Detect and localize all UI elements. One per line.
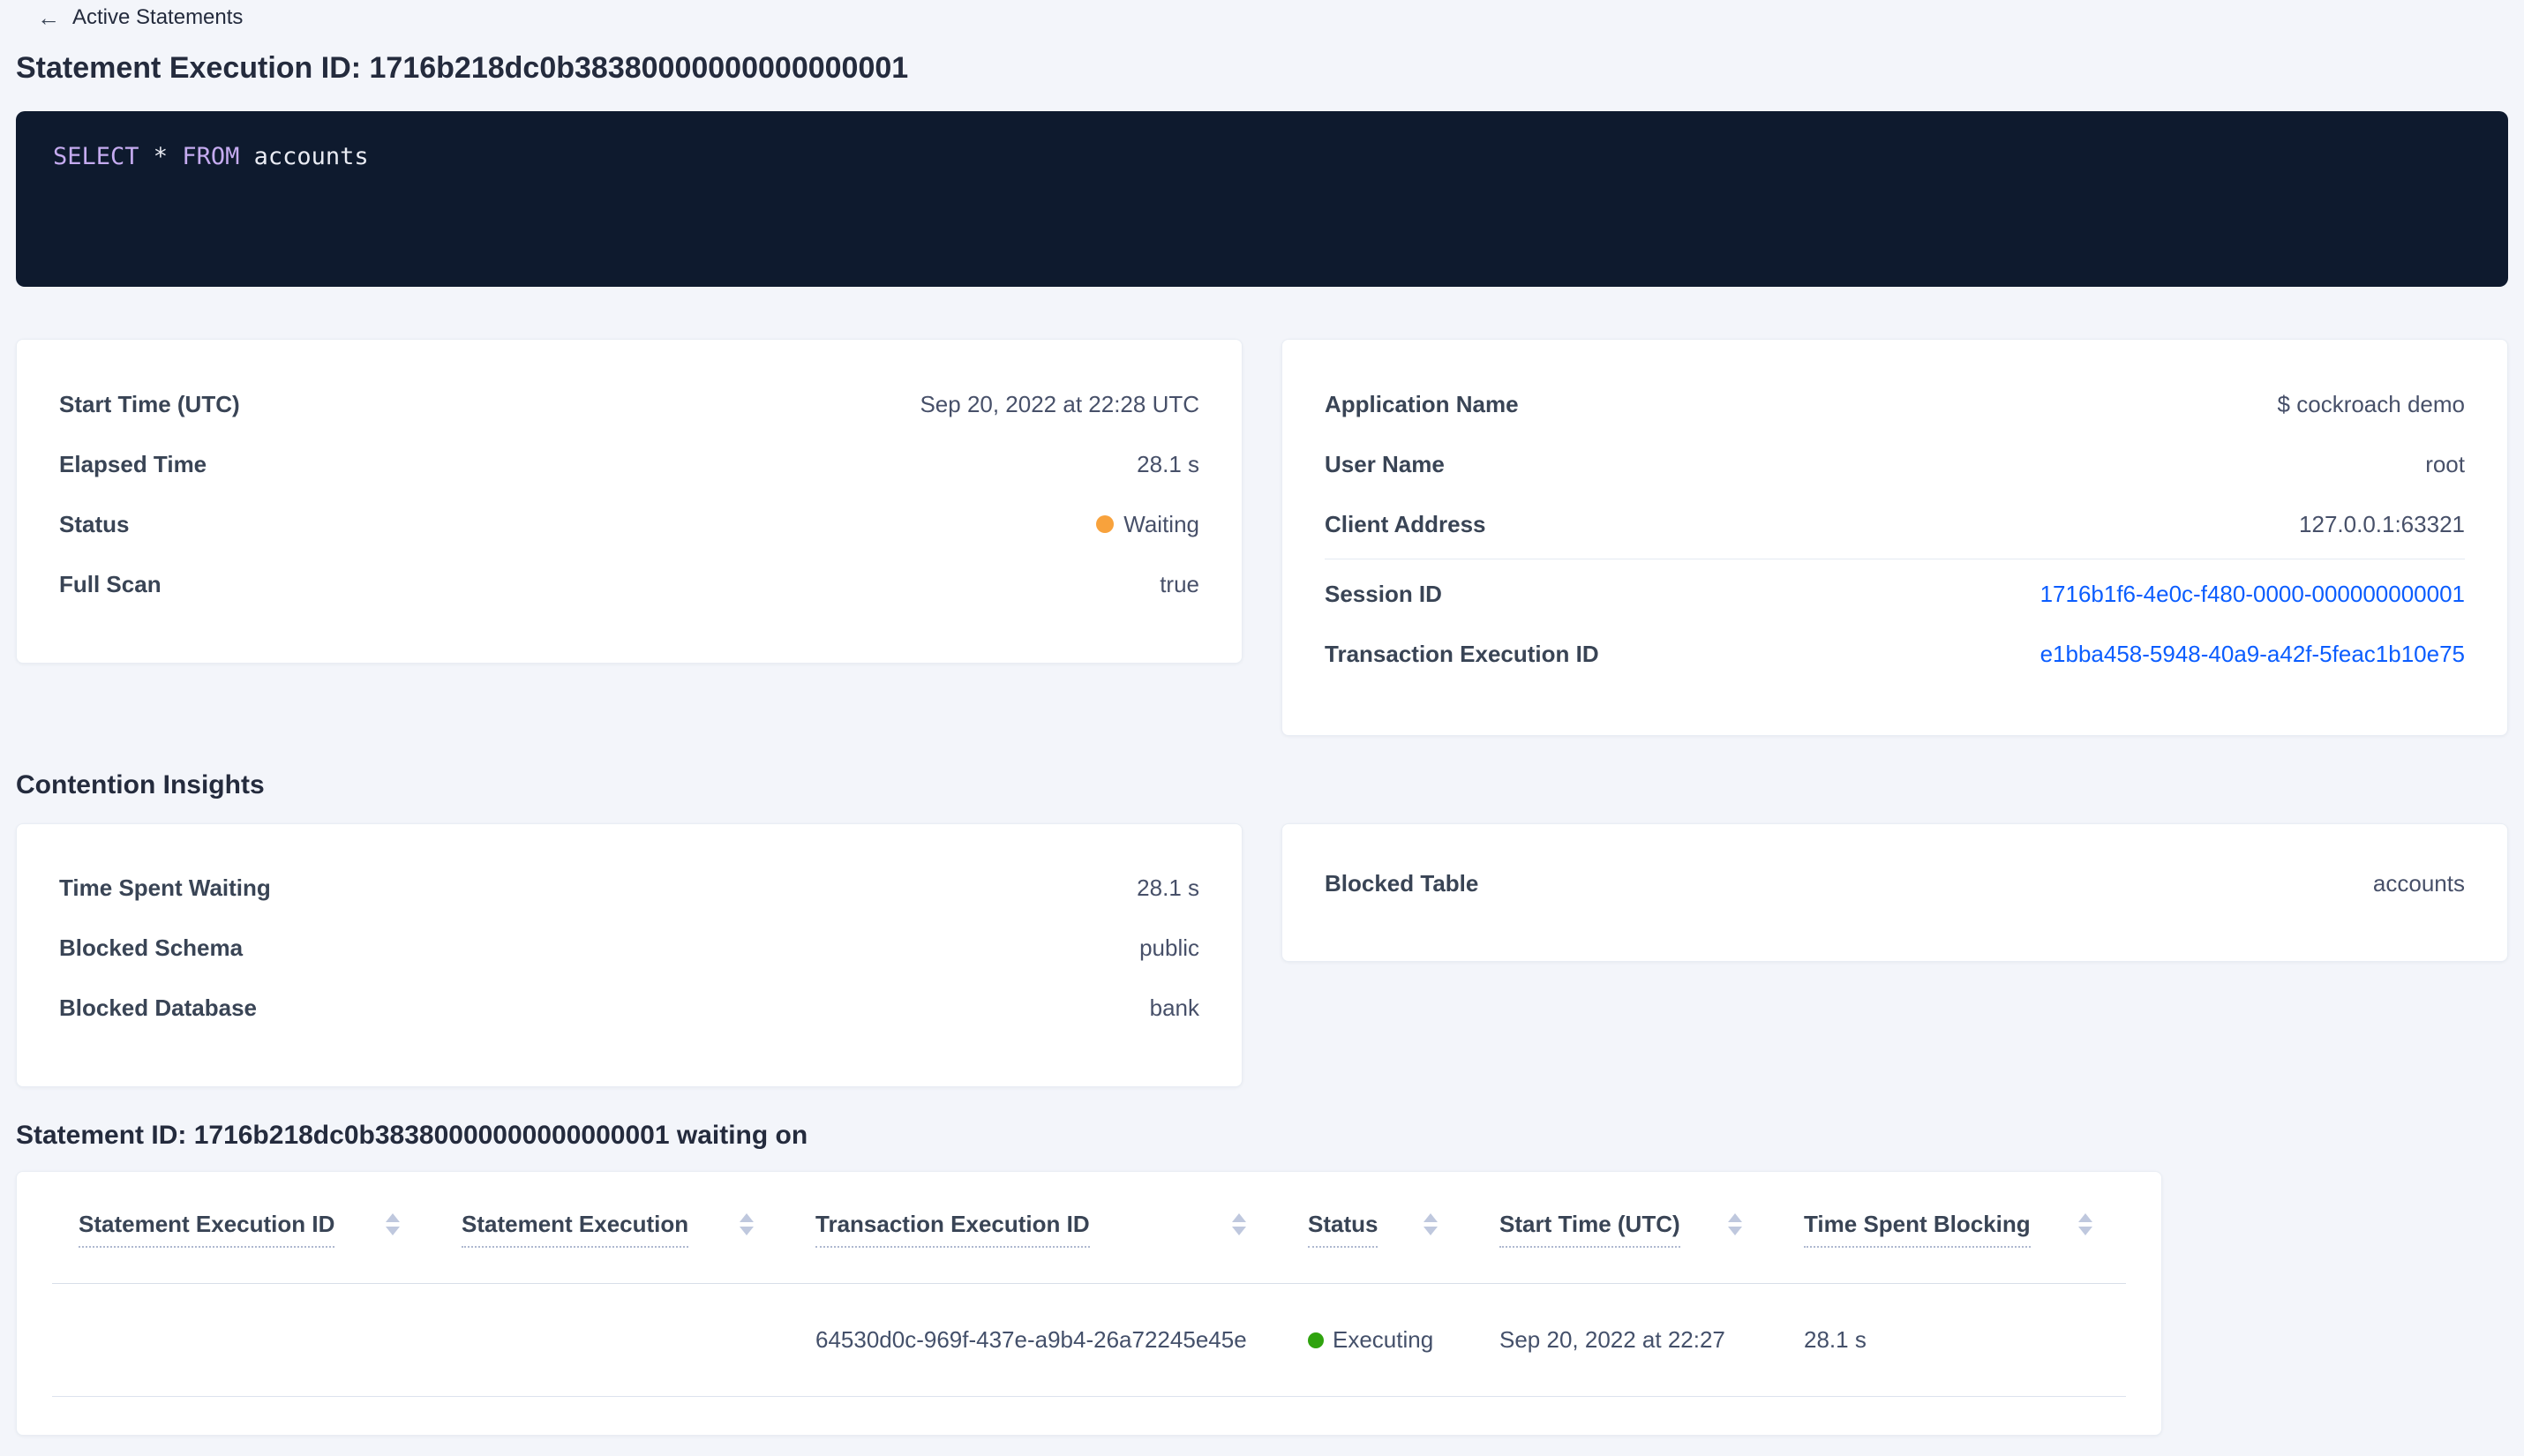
sql-keyword-from: FROM	[182, 143, 240, 170]
overview-left-card: Start Time (UTC) Sep 20, 2022 at 22:28 U…	[16, 339, 1243, 664]
transaction-execution-id-link[interactable]: e1bba458-5948-40a9-a42f-5feac1b10e75	[2040, 641, 2465, 668]
back-link-label: Active Statements	[72, 5, 244, 29]
column-header-statement-execution[interactable]: Statement Execution	[462, 1211, 815, 1248]
client-address-value: 127.0.0.1:63321	[2299, 510, 2465, 537]
blocked-schema-label: Blocked Schema	[59, 934, 244, 961]
blocked-database-row: Blocked Database bank	[59, 978, 1199, 1038]
session-id-label: Session ID	[1325, 580, 1442, 607]
waiting-statements-table-card: Statement Execution ID Statement Executi…	[16, 1171, 2162, 1436]
cell-time-spent-blocking: 28.1 s	[1804, 1326, 1867, 1353]
blocked-table-label: Blocked Table	[1325, 869, 1479, 897]
sql-table-name: accounts	[239, 143, 369, 170]
time-spent-waiting-label: Time Spent Waiting	[59, 874, 271, 901]
column-header-label: Status	[1308, 1211, 1378, 1248]
waiting-status-dot-icon	[1096, 515, 1115, 533]
cell-transaction-execution-id: 64530d0c-969f-437e-a9b4-26a72245e45e	[815, 1326, 1247, 1353]
cell-status: Executing	[1308, 1326, 1499, 1354]
back-link-active-statements[interactable]: ← Active Statements	[37, 0, 244, 31]
executing-status-dot-icon	[1308, 1332, 1324, 1348]
contention-insights-title: Contention Insights	[16, 770, 265, 799]
status-label: Status	[59, 510, 130, 537]
sort-icon[interactable]	[1424, 1213, 1438, 1235]
cell-status-text: Executing	[1333, 1326, 1434, 1353]
status-row: Status Waiting	[59, 494, 1199, 554]
contention-left-card: Time Spent Waiting 28.1 s Blocked Schema…	[16, 823, 1243, 1087]
status-value-text: Waiting	[1123, 510, 1199, 537]
column-header-transaction-execution-id[interactable]: Transaction Execution ID	[815, 1211, 1308, 1248]
time-spent-waiting-row: Time Spent Waiting 28.1 s	[59, 858, 1199, 918]
cell-start-time: Sep 20, 2022 at 22:27	[1499, 1326, 1725, 1353]
statement-execution-details-page: ← Active Statements Statement Execution …	[0, 0, 2524, 1456]
column-header-time-spent-blocking[interactable]: Time Spent Blocking	[1804, 1211, 2128, 1248]
user-name-row: User Name root	[1325, 434, 2465, 494]
client-address-label: Client Address	[1325, 510, 1486, 537]
start-time-row: Start Time (UTC) Sep 20, 2022 at 22:28 U…	[59, 374, 1199, 434]
overview-right-card: Application Name $ cockroach demo User N…	[1281, 339, 2508, 736]
sql-statement-box: SELECT * FROM accounts	[16, 111, 2508, 287]
blocked-schema-value: public	[1139, 934, 1199, 961]
elapsed-time-value: 28.1 s	[1137, 450, 1199, 477]
status-value: Waiting	[1096, 511, 1199, 538]
elapsed-time-label: Elapsed Time	[59, 450, 207, 477]
column-header-label: Statement Execution ID	[79, 1211, 335, 1248]
elapsed-time-row: Elapsed Time 28.1 s	[59, 434, 1199, 494]
overview-cards-row: Start Time (UTC) Sep 20, 2022 at 22:28 U…	[16, 339, 2508, 736]
sql-keyword-select: SELECT	[53, 143, 139, 170]
transaction-execution-id-row: Transaction Execution ID e1bba458-5948-4…	[1325, 624, 2465, 684]
session-id-link[interactable]: 1716b1f6-4e0c-f480-0000-000000000001	[2040, 581, 2465, 608]
application-name-value: $ cockroach demo	[2277, 390, 2465, 417]
column-header-label: Start Time (UTC)	[1499, 1211, 1680, 1248]
sql-text: *	[139, 143, 183, 170]
waiting-on-title: Statement ID: 1716b218dc0b38380000000000…	[16, 1121, 808, 1150]
blocked-table-value: accounts	[2372, 869, 2465, 897]
blocked-table-row: Blocked Table accounts	[1325, 853, 2465, 913]
application-name-row: Application Name $ cockroach demo	[1325, 374, 2465, 434]
client-address-row: Client Address 127.0.0.1:63321	[1325, 494, 2465, 554]
column-header-status[interactable]: Status	[1308, 1211, 1499, 1248]
application-name-label: Application Name	[1325, 390, 1519, 417]
column-header-label: Transaction Execution ID	[815, 1211, 1090, 1248]
column-header-label: Time Spent Blocking	[1804, 1211, 2031, 1248]
table-header-row: Statement Execution ID Statement Executi…	[52, 1172, 2126, 1284]
transaction-execution-id-label: Transaction Execution ID	[1325, 640, 1599, 667]
start-time-value: Sep 20, 2022 at 22:28 UTC	[920, 390, 1199, 417]
full-scan-row: Full Scan true	[59, 554, 1199, 614]
user-name-value: root	[2425, 450, 2465, 477]
column-header-label: Statement Execution	[462, 1211, 689, 1248]
sort-icon[interactable]	[386, 1213, 400, 1235]
full-scan-value: true	[1160, 570, 1199, 597]
blocked-database-value: bank	[1149, 994, 1199, 1021]
sort-icon[interactable]	[740, 1213, 754, 1235]
contention-right-card: Blocked Table accounts	[1281, 823, 2508, 962]
table-row: 64530d0c-969f-437e-a9b4-26a72245e45e Exe…	[52, 1284, 2126, 1397]
back-arrow-icon: ←	[37, 4, 60, 31]
time-spent-waiting-value: 28.1 s	[1137, 874, 1199, 901]
blocked-schema-row: Blocked Schema public	[59, 918, 1199, 978]
sort-icon[interactable]	[1728, 1213, 1742, 1235]
column-header-statement-execution-id[interactable]: Statement Execution ID	[79, 1211, 462, 1248]
column-header-start-time[interactable]: Start Time (UTC)	[1499, 1211, 1804, 1248]
session-id-row: Session ID 1716b1f6-4e0c-f480-0000-00000…	[1325, 564, 2465, 624]
user-name-label: User Name	[1325, 450, 1445, 477]
contention-cards-row: Time Spent Waiting 28.1 s Blocked Schema…	[16, 823, 2508, 1087]
blocked-database-label: Blocked Database	[59, 994, 257, 1021]
full-scan-label: Full Scan	[59, 570, 162, 597]
page-title: Statement Execution ID: 1716b218dc0b3838…	[16, 51, 909, 85]
sort-icon[interactable]	[1232, 1213, 1246, 1235]
sort-icon[interactable]	[2078, 1213, 2092, 1235]
start-time-label: Start Time (UTC)	[59, 390, 240, 417]
